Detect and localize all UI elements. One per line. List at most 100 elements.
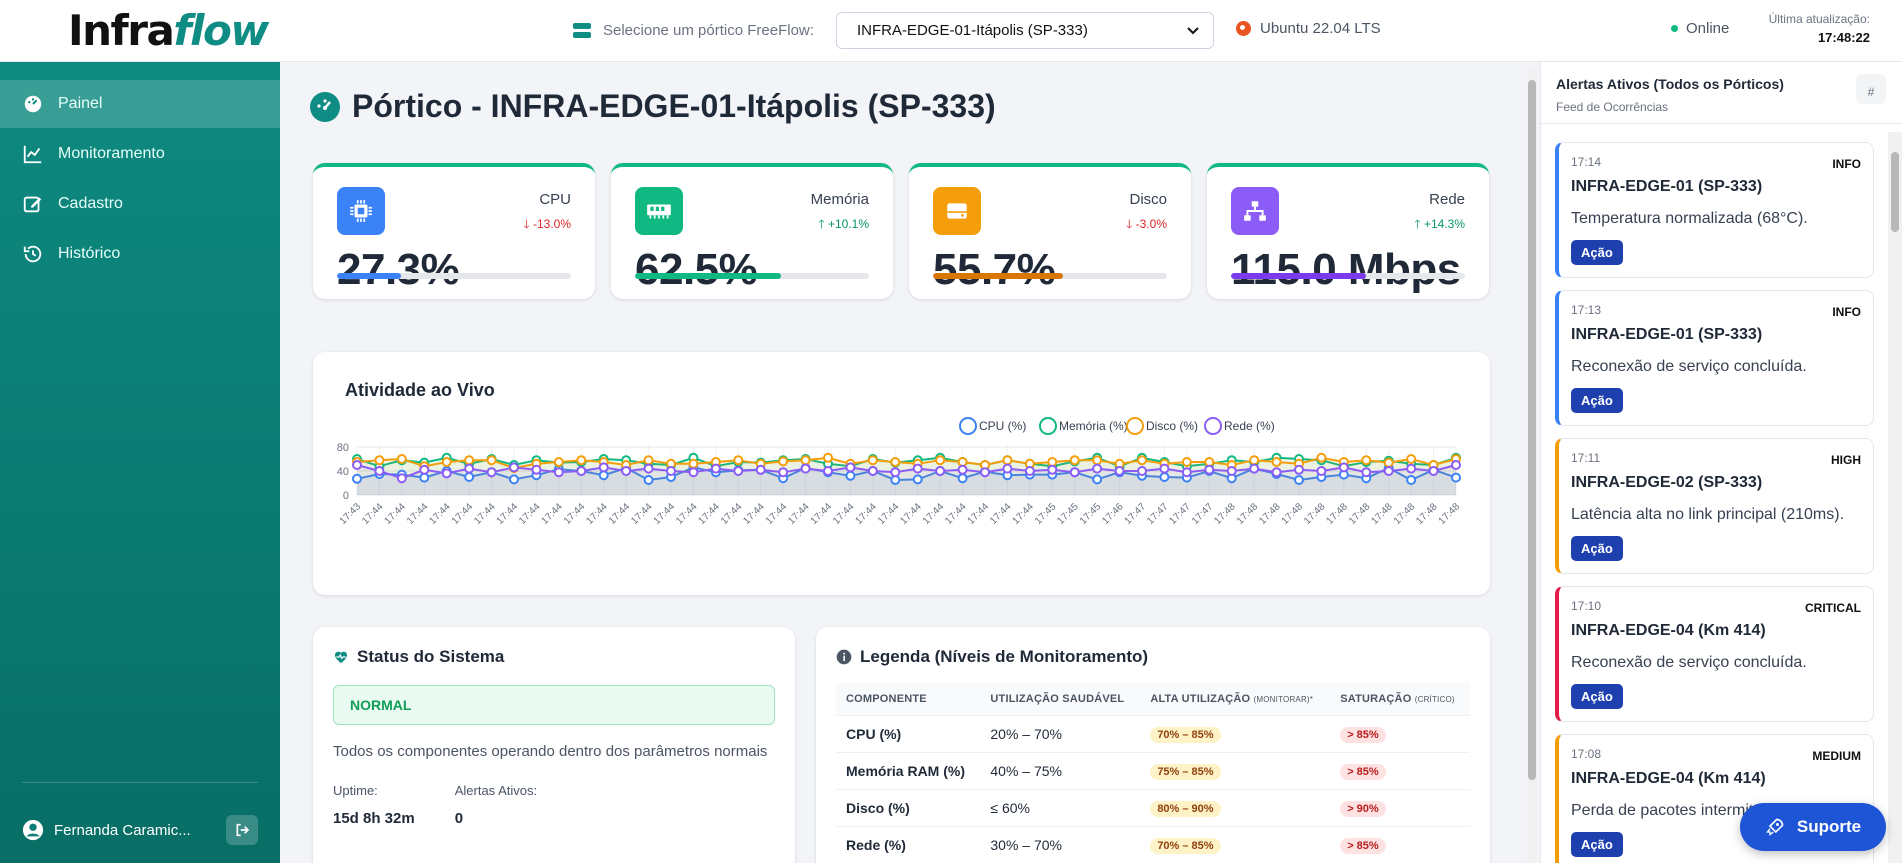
metric-cards: CPU 🡓 -13.0% 27.3% Memória 🡑 +10.1% 62.5…: [313, 163, 1489, 299]
alert-title: INFRA-EDGE-04 (Km 414): [1571, 622, 1766, 639]
data-point: [1092, 455, 1103, 466]
legend-marker: [1126, 417, 1144, 435]
data-point: [598, 462, 609, 473]
alert-action-button[interactable]: Ação: [1571, 684, 1623, 709]
metric-change: 🡓 -3.0%: [1126, 217, 1167, 231]
main-scrollbar[interactable]: [1527, 68, 1537, 863]
data-point: [1181, 457, 1192, 467]
data-point: [396, 473, 407, 484]
user-avatar-icon: [22, 819, 44, 841]
alerts-scrollbar[interactable]: [1888, 132, 1902, 863]
metric-value: 55.7%: [933, 245, 1056, 294]
alerts-scrollbar-thumb[interactable]: [1891, 152, 1899, 232]
x-tick-label: 17:44: [607, 501, 633, 527]
data-point: [1451, 460, 1461, 470]
top-bar: Infraflow Selecione um pórtico FreeFlow:…: [0, 0, 1902, 62]
data-point: [1271, 467, 1282, 478]
metric-change: 🡑 +10.1%: [818, 217, 869, 231]
x-tick-label: 17:44: [383, 501, 409, 527]
main-scrollbar-thumb[interactable]: [1528, 80, 1536, 780]
data-point: [823, 466, 833, 476]
metric-change: 🡑 +14.3%: [1414, 217, 1465, 231]
portico-select-label: Selecione um pórtico FreeFlow:: [603, 22, 814, 39]
legend-label: Memória (%): [1059, 419, 1128, 433]
monitoring-legend-panel: Legenda (Níveis de Monitoramento) COMPON…: [816, 627, 1490, 863]
portico-select[interactable]: INFRA-EDGE-01-Itápolis (SP-333): [835, 12, 1214, 49]
alerts-title: Alertas Ativos (Todos os Pórticos): [1556, 76, 1784, 92]
data-point: [464, 455, 475, 466]
alert-card: 17:13 INFO INFRA-EDGE-01 (SP-333) Recone…: [1555, 290, 1874, 426]
metric-card-disco: Disco 🡓 -3.0% 55.7%: [909, 163, 1191, 299]
app-logo[interactable]: Infraflow: [68, 6, 269, 55]
cpu-icon: [337, 187, 385, 235]
x-tick-label: 17:44: [674, 501, 700, 527]
sidebar-item-painel[interactable]: Painel: [0, 80, 280, 128]
data-point: [688, 467, 699, 478]
metric-card-memoria: Memória 🡑 +10.1% 62.5%: [611, 163, 893, 299]
data-point: [643, 475, 654, 485]
metric-progress-fill: [337, 273, 401, 279]
dashboard-icon: [24, 95, 42, 113]
alert-title: INFRA-EDGE-01 (SP-333): [1571, 178, 1763, 195]
x-tick-label: 17:44: [966, 501, 992, 527]
table-row: Disco (%) ≤ 60% 80% – 90% > 90%: [836, 789, 1470, 827]
support-button[interactable]: Suporte: [1740, 803, 1886, 851]
x-tick-label: 17:46: [1100, 501, 1126, 527]
alerts-feed: 17:14 INFO INFRA-EDGE-01 (SP-333) Temper…: [1555, 142, 1874, 863]
data-point: [509, 462, 519, 473]
legend-label: CPU (%): [979, 419, 1026, 433]
slack-button[interactable]: #: [1856, 74, 1886, 104]
alert-severity: INFO: [1832, 157, 1861, 171]
status-badge: NORMAL: [333, 685, 775, 725]
last-update: Última atualização: 17:48:22: [1768, 12, 1870, 45]
logout-button[interactable]: [226, 815, 258, 845]
data-point: [957, 473, 968, 484]
sidebar-item-historico[interactable]: Histórico: [0, 230, 280, 278]
sidebar-item-cadastro[interactable]: Cadastro: [0, 180, 280, 228]
legend-label: Rede (%): [1224, 419, 1275, 433]
data-point: [576, 455, 587, 466]
sidebar-item-monitoramento[interactable]: Monitoramento: [0, 130, 280, 178]
data-point: [778, 467, 789, 478]
metric-progress-bar: [1231, 273, 1465, 279]
alert-action-button[interactable]: Ação: [1571, 388, 1623, 413]
data-point: [1047, 464, 1058, 475]
rocket-icon: [1766, 818, 1784, 836]
alert-severity: CRITICAL: [1805, 601, 1861, 615]
data-point: [1428, 466, 1439, 476]
x-tick-label: 17:44: [427, 501, 453, 527]
x-tick-label: 17:44: [854, 501, 880, 527]
alert-description: Reconexão de serviço concluída.: [1571, 654, 1807, 671]
page-title: Pórtico - INFRA-EDGE-01-Itápolis (SP-333…: [310, 88, 996, 125]
alerts-header: Alertas Ativos (Todos os Pórticos) Feed …: [1541, 62, 1902, 124]
x-tick-label: 17:47: [1123, 501, 1149, 527]
memory-icon: [635, 187, 683, 235]
chevron-down-icon: [1187, 26, 1199, 34]
edit-icon: [23, 196, 42, 213]
x-tick-label: 17:47: [1145, 501, 1171, 527]
data-point: [643, 455, 654, 466]
alert-action-button[interactable]: Ação: [1571, 832, 1623, 857]
alert-action-button[interactable]: Ação: [1571, 536, 1623, 561]
data-point: [890, 475, 901, 485]
uptime-stat: Uptime: 15d 8h 32m: [333, 783, 415, 827]
data-point: [598, 470, 609, 481]
data-point: [621, 466, 632, 476]
x-tick-label: 17:48: [1369, 501, 1395, 527]
x-tick-label: 17:44: [809, 501, 835, 527]
data-point: [957, 457, 968, 467]
data-point: [1406, 454, 1417, 464]
data-point: [867, 466, 878, 476]
data-point: [509, 474, 519, 485]
data-point: [1069, 467, 1080, 478]
data-point: [1383, 457, 1394, 468]
x-tick-label: 17:48: [1392, 501, 1418, 527]
data-point: [957, 464, 968, 475]
x-tick-label: 17:47: [1190, 501, 1216, 527]
alert-description: Temperatura normalizada (68°C).: [1571, 210, 1808, 227]
alert-action-button[interactable]: Ação: [1571, 240, 1623, 265]
data-point: [1159, 472, 1170, 482]
history-icon: [23, 245, 42, 263]
x-tick-label: 17:44: [831, 501, 857, 527]
y-tick-label: 0: [343, 490, 349, 502]
